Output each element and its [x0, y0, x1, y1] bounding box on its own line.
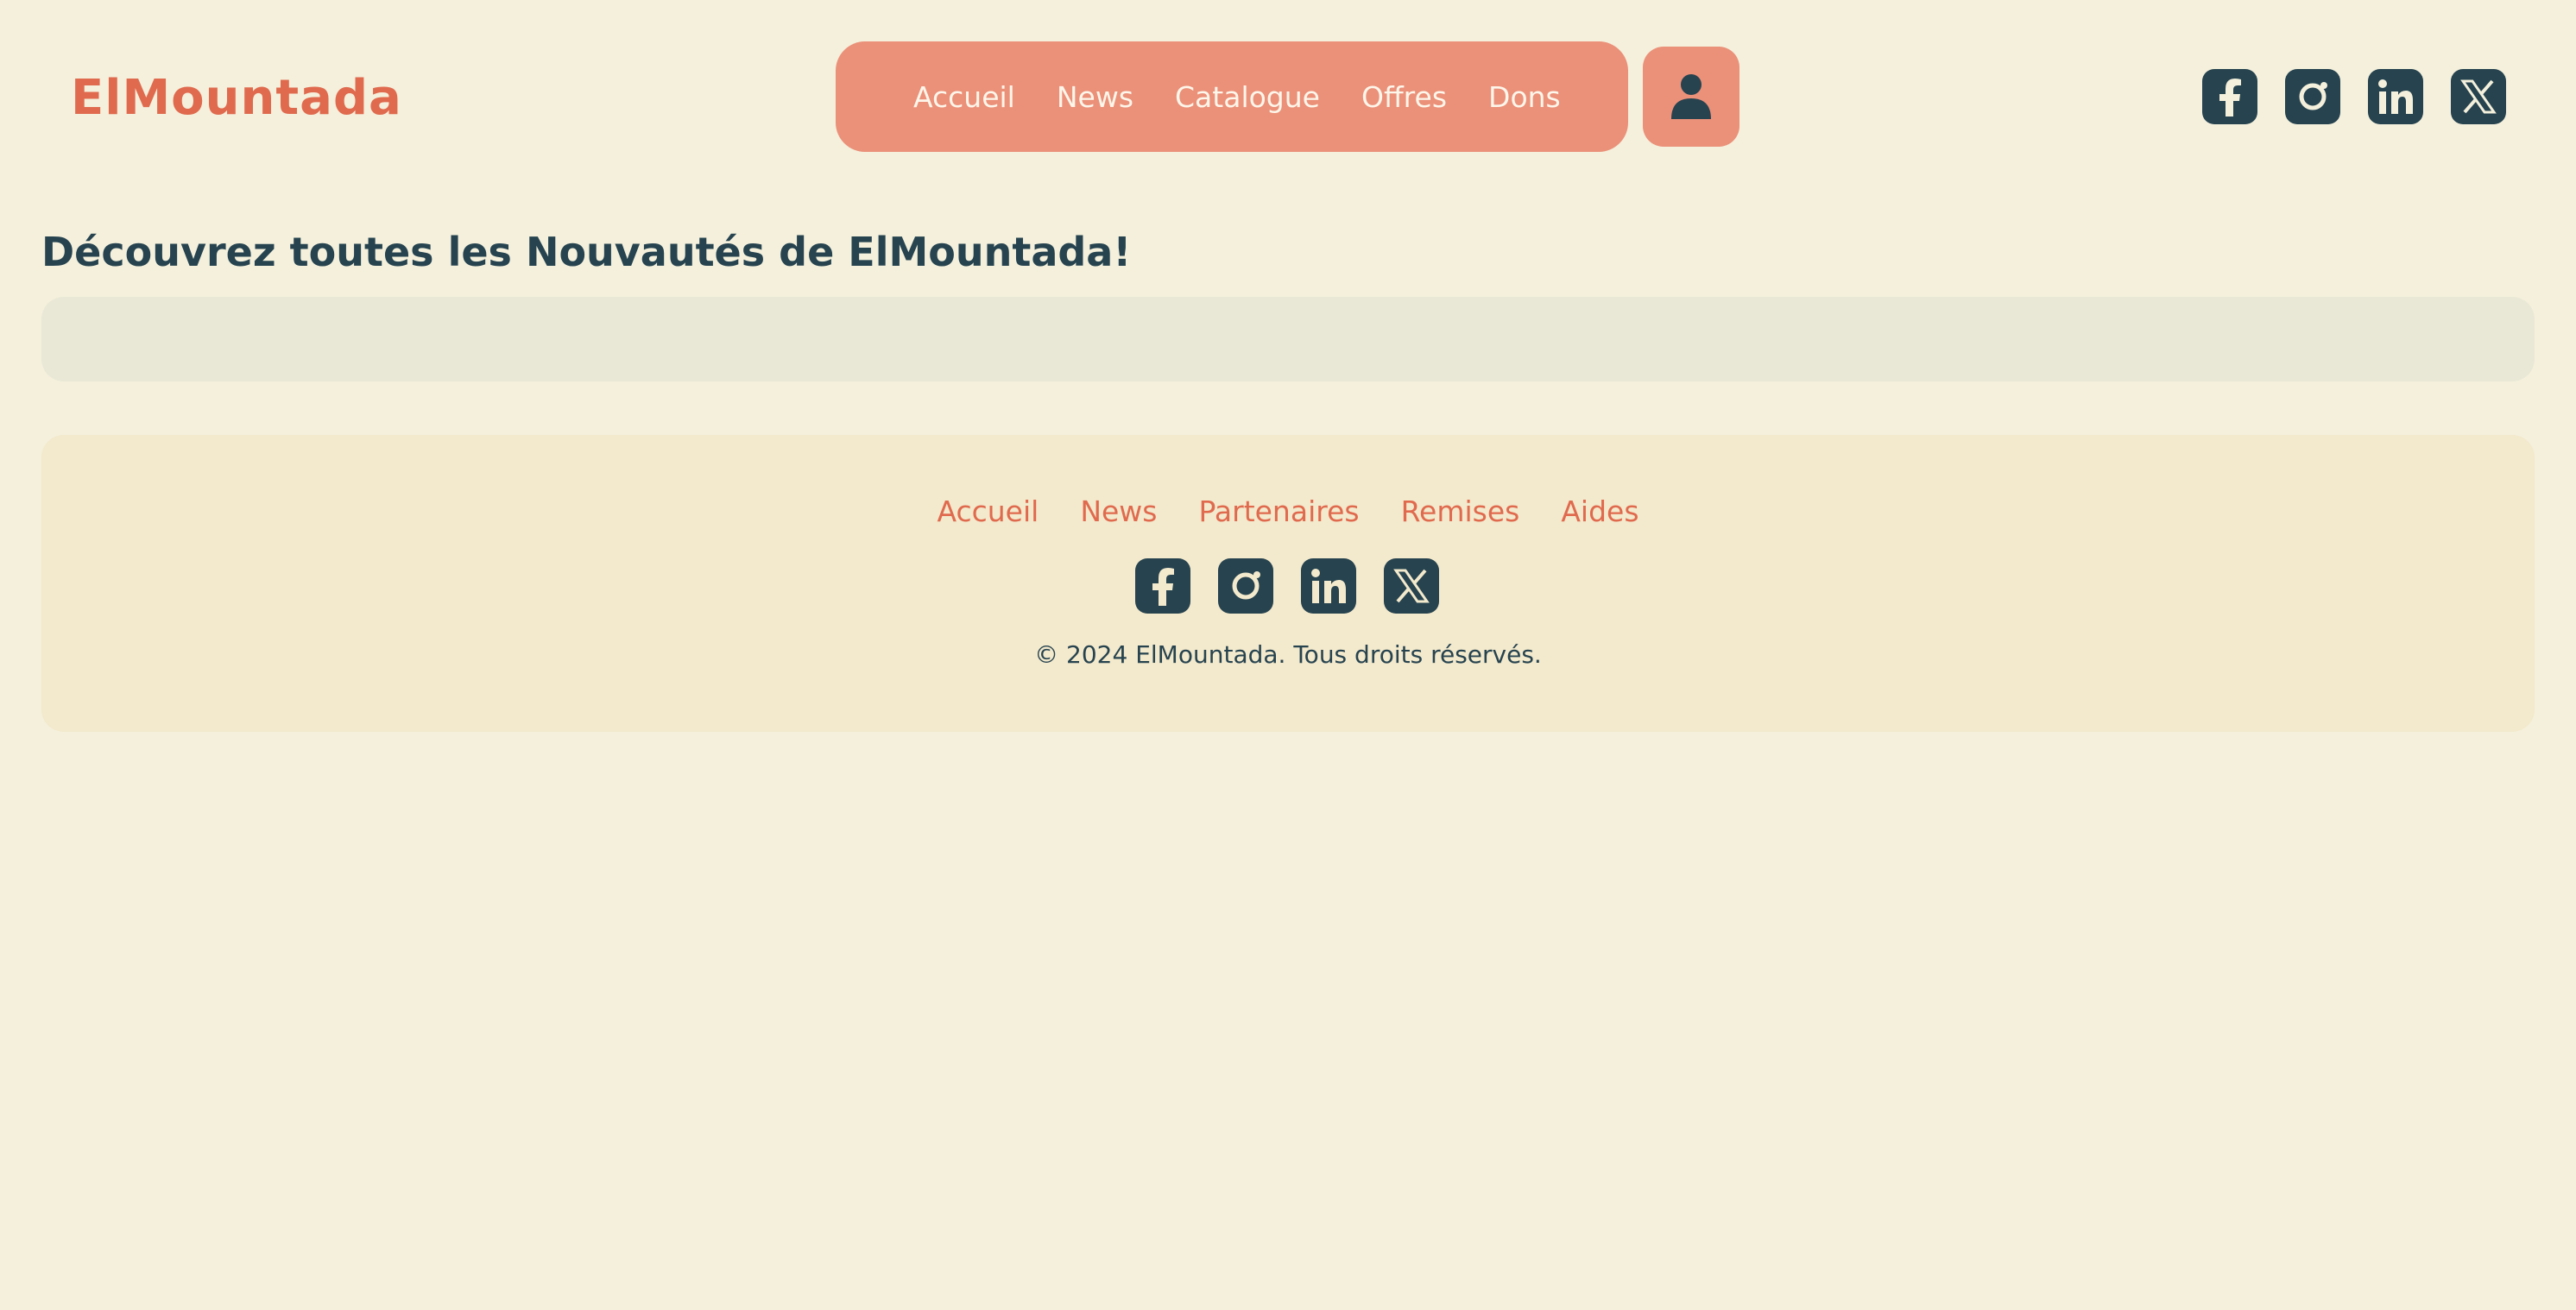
instagram-icon[interactable] — [1218, 558, 1273, 614]
main-nav: Accueil News Catalogue Offres Dons — [836, 41, 1628, 152]
user-account-button[interactable] — [1643, 47, 1739, 147]
instagram-icon[interactable] — [2285, 69, 2340, 124]
linkedin-icon[interactable] — [1301, 558, 1356, 614]
header-social-links — [2202, 69, 2506, 124]
footer: Accueil News Partenaires Remises Aides ©… — [41, 435, 2535, 732]
nav-item-news[interactable]: News — [1057, 80, 1133, 114]
footer-link-news[interactable]: News — [1080, 488, 1157, 535]
facebook-icon[interactable] — [2202, 69, 2257, 124]
footer-nav: Accueil News Partenaires Remises Aides — [41, 488, 2535, 535]
footer-link-accueil[interactable]: Accueil — [937, 488, 1039, 535]
site-logo[interactable]: ElMountada — [71, 64, 402, 133]
footer-link-aides[interactable]: Aides — [1561, 488, 1638, 535]
footer-link-partenaires[interactable]: Partenaires — [1198, 488, 1359, 535]
x-icon[interactable] — [2451, 69, 2506, 124]
footer-social-links — [1135, 558, 1439, 614]
linkedin-icon[interactable] — [2368, 69, 2423, 124]
facebook-icon[interactable] — [1135, 558, 1190, 614]
user-icon — [1671, 74, 1711, 119]
news-container — [41, 297, 2535, 381]
x-icon[interactable] — [1384, 558, 1439, 614]
nav-item-accueil[interactable]: Accueil — [913, 80, 1015, 114]
page-title: Découvrez toutes les Nouvautés de ElMoun… — [41, 229, 1132, 275]
nav-item-catalogue[interactable]: Catalogue — [1175, 80, 1320, 114]
copyright-text: © 2024 ElMountada. Tous droits réservés. — [1034, 640, 1542, 669]
footer-link-remises[interactable]: Remises — [1401, 488, 1520, 535]
nav-item-offres[interactable]: Offres — [1361, 80, 1447, 114]
nav-item-dons[interactable]: Dons — [1488, 80, 1561, 114]
